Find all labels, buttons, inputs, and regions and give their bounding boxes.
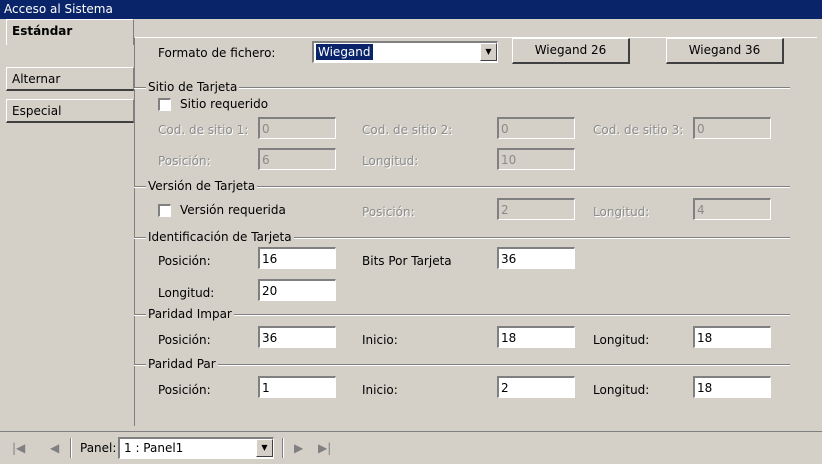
version-pos-label: Posición:	[362, 205, 415, 219]
previous-record-icon[interactable]: ◀	[50, 441, 59, 455]
version-required-label: Versión requerida	[180, 203, 286, 217]
version-required-checkbox[interactable]	[158, 204, 171, 217]
even-start-field[interactable]	[497, 376, 575, 398]
odd-start-field[interactable]	[497, 326, 575, 348]
even-group-line	[134, 364, 790, 366]
odd-start-label: Inicio:	[362, 333, 398, 347]
last-record-icon[interactable]: ▶|	[318, 441, 331, 455]
site-code3-label: Cod. de sitio 3:	[593, 123, 684, 137]
site-code3-field[interactable]	[693, 117, 771, 139]
odd-group-title: Paridad Impar	[146, 307, 234, 321]
site-group-title: Sitio de Tarjeta	[146, 80, 240, 94]
ident-bits-field[interactable]	[497, 247, 575, 269]
format-select-value: Wiegand	[315, 43, 374, 61]
version-len-field[interactable]	[693, 198, 771, 220]
site-required-checkbox[interactable]	[158, 98, 171, 111]
chevron-down-icon[interactable]: ▼	[256, 439, 273, 457]
even-start-label: Inicio:	[362, 383, 398, 397]
site-code1-field[interactable]	[258, 117, 336, 139]
site-pos-field[interactable]	[258, 148, 336, 170]
next-record-icon[interactable]: ▶	[294, 441, 303, 455]
wiegand-26-button[interactable]: Wiegand 26	[512, 38, 630, 64]
wiegand-36-button[interactable]: Wiegand 36	[666, 38, 784, 64]
version-len-label: Longitud:	[593, 205, 650, 219]
even-len-label: Longitud:	[593, 383, 650, 397]
site-code2-field[interactable]	[497, 117, 575, 139]
chevron-down-icon[interactable]: ▼	[480, 43, 497, 61]
panel-select[interactable]: 1 : Panel1 ▼	[118, 437, 274, 459]
ident-len-field[interactable]	[258, 279, 336, 301]
odd-len-field[interactable]	[693, 326, 771, 348]
tab-especial[interactable]: Especial	[6, 99, 134, 123]
site-pos-label: Posición:	[158, 154, 211, 168]
window-title: Acceso al Sistema	[0, 0, 822, 19]
version-group-title: Versión de Tarjeta	[146, 179, 258, 193]
ident-group-title: Identificación de Tarjeta	[146, 230, 294, 244]
nav-separator	[282, 438, 284, 458]
tab-estandar[interactable]: Estándar	[6, 19, 134, 45]
tab-alternar[interactable]: Alternar	[6, 67, 134, 91]
site-len-label: Longitud:	[362, 154, 419, 168]
ident-bits-label: Bits Por Tarjeta	[362, 254, 452, 268]
even-len-field[interactable]	[693, 376, 771, 398]
odd-pos-label: Posición:	[158, 333, 211, 347]
version-pos-field[interactable]	[497, 198, 575, 220]
format-label: Formato de fichero:	[158, 46, 276, 60]
even-group-title: Paridad Par	[146, 357, 218, 371]
ident-len-label: Longitud:	[158, 286, 215, 300]
odd-pos-field[interactable]	[258, 326, 336, 348]
odd-len-label: Longitud:	[593, 333, 650, 347]
navigation-bar: |◀ ◀ Panel: 1 : Panel1 ▼ ▶ ▶|	[0, 431, 822, 464]
nav-separator	[70, 438, 72, 458]
site-code2-label: Cod. de sitio 2:	[362, 123, 453, 137]
site-code1-label: Cod. de sitio 1:	[158, 123, 249, 137]
even-pos-field[interactable]	[258, 376, 336, 398]
even-pos-label: Posición:	[158, 383, 211, 397]
first-record-icon[interactable]: |◀	[12, 441, 25, 455]
panel-label: Panel:	[80, 441, 117, 455]
site-required-label: Sitio requerido	[180, 97, 269, 111]
site-len-field[interactable]	[497, 148, 575, 170]
ident-pos-field[interactable]	[258, 247, 336, 269]
ident-pos-label: Posición:	[158, 254, 211, 268]
format-select[interactable]: Wiegand ▼	[312, 41, 498, 63]
panel-select-value: 1 : Panel1	[124, 441, 184, 455]
